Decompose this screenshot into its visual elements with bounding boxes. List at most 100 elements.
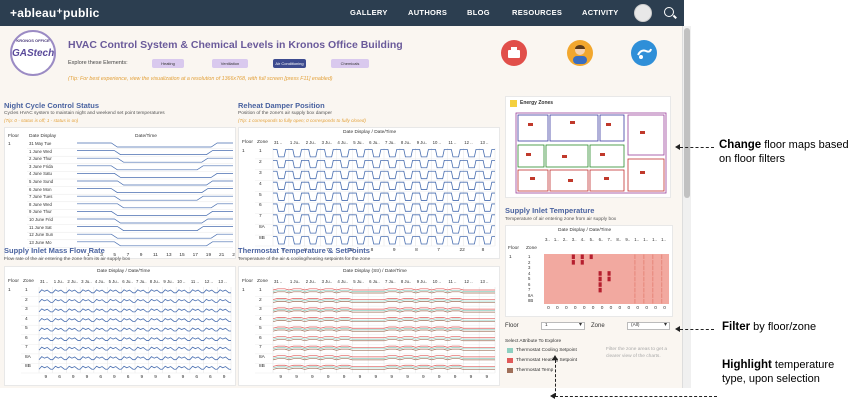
x-tick-label: 9 (44, 375, 48, 380)
nav-gallery[interactable]: GALLERY (350, 8, 388, 17)
x-tick-label: 0 (663, 306, 666, 311)
zone-label: 7 (25, 345, 28, 351)
annotation-filter: Filter by floor/zone (722, 320, 842, 334)
zone-label: 4 (259, 181, 262, 187)
heatmap-stripe (643, 298, 645, 304)
pill-air-conditioning[interactable]: Air Conditioning (273, 59, 306, 68)
heatmap-stripe (634, 254, 636, 260)
heatmap-stripe (652, 265, 654, 271)
heatmap-stripe (634, 260, 636, 265)
x-tick-label: 0 (609, 306, 613, 311)
night-cycle-chart[interactable]: Floor Date Display Date/Time 1 31 May Tu… (4, 127, 236, 259)
pill-heating[interactable]: Heating (152, 59, 184, 68)
zone-filter-label: Zone (591, 323, 605, 329)
tableau-top-bar: +ableau⁺public GALLERY AUTHORS BLOG RESO… (0, 0, 684, 26)
nav-resources[interactable]: RESOURCES (512, 8, 562, 17)
zone-label: 2 (259, 159, 262, 165)
heatmap-hot-cell (607, 276, 611, 282)
heatmap-stripe (652, 293, 654, 298)
nav-authors[interactable]: AUTHORS (408, 8, 447, 17)
zone-label: 8B (259, 236, 265, 242)
thermostat-temp-swatch[interactable] (507, 368, 513, 373)
floor-plan-drawing (515, 112, 667, 194)
zone-filter-dropdown[interactable]: (All) (627, 322, 670, 330)
x-tick-label: 9 (154, 375, 157, 380)
night-cycle-line (77, 180, 233, 186)
heatmap-stripe (643, 254, 645, 260)
x-tick-label: 0 (564, 306, 568, 311)
x-tick-label: 9 (113, 375, 116, 380)
zone-label: 6 (25, 335, 28, 341)
heatmap-stripe (652, 298, 654, 304)
heatmap-stripe (661, 287, 663, 293)
heating-setpoint-swatch[interactable] (507, 358, 513, 363)
nav-blog[interactable]: BLOG (467, 8, 490, 17)
annotation-highlight: Highlight temperature type, upon selecti… (722, 358, 847, 386)
nav-activity[interactable]: ACTIVITY (582, 8, 619, 17)
reheat-chart[interactable]: Date Display / Date/Time Floor Zone 31 .. 1 … (238, 127, 500, 259)
zone-label: 8B (259, 364, 265, 370)
heatmap-hot-cell (589, 254, 593, 260)
page-title: HVAC Control System & Chemical Levels in… (68, 39, 403, 51)
x-tick-label: 0 (627, 306, 631, 311)
zone-label: 7 (528, 287, 531, 293)
pill-ventilation[interactable]: Ventilation (212, 59, 248, 68)
heatmap-stripe (652, 271, 654, 276)
x-tick-label: 9 (139, 253, 143, 258)
employee-icon[interactable] (567, 40, 593, 66)
page-scrollbar[interactable] (682, 26, 691, 388)
scrollbar-thumb[interactable] (684, 28, 690, 198)
zone-label: 8A (25, 354, 31, 360)
air-flow-icon[interactable] (631, 40, 657, 66)
heatmap-stripe (652, 276, 654, 282)
heatmap-stripe (661, 254, 663, 260)
zone-label: 8B (528, 298, 534, 304)
hvac-unit-icon[interactable] (501, 40, 527, 66)
heatmap-stripe (643, 271, 645, 276)
user-avatar[interactable] (634, 4, 652, 22)
search-icon[interactable] (664, 7, 674, 17)
mass-flow-chart[interactable]: Date Display / Date/Time Floor Zone 31 .. 1 … (4, 266, 236, 386)
x-tick-label: 9 (222, 375, 226, 380)
x-tick-label: 9 (181, 375, 185, 380)
x-tick-label: 22 (459, 248, 465, 253)
reheat-subtitle: Position of the zone's air supply box da… (238, 111, 332, 116)
x-tick-label: 0 (600, 306, 604, 311)
supply-temp-subtitle: Temperature of air entering zone from ai… (505, 217, 617, 222)
attr-heating-setpoint[interactable]: Thermostat Heating Setpoint (516, 358, 577, 363)
zone-label: 1 (259, 288, 262, 293)
badge-main-text: GAStech (12, 48, 55, 59)
night-cycle-line (77, 195, 233, 201)
reheat-title: Reheat Damper Position (238, 101, 325, 110)
heatmap-stripe (643, 287, 645, 293)
header-tip: (Tip: For best experience, view the visu… (68, 76, 333, 82)
heatmap-stripe (661, 276, 663, 282)
heatmap-stripe (661, 271, 663, 276)
zone-label: 3 (259, 307, 262, 313)
attr-thermostat-temp[interactable]: Thermostat Temp (516, 368, 553, 373)
pill-chemicals[interactable]: Chemicals (331, 59, 369, 68)
heatmap-stripe (643, 260, 645, 265)
x-tick-label: 23 (232, 253, 235, 258)
cooling-setpoint-swatch[interactable] (507, 348, 513, 353)
floor-map[interactable]: Energy Zones (505, 96, 671, 198)
thermostat-chart[interactable]: Date Display (Str) / Date/Time Floor Zone 3… (238, 266, 500, 386)
heatmap-stripe (643, 282, 645, 287)
x-tick-label: 0 (618, 306, 622, 311)
x-tick-label: 8 (415, 248, 418, 253)
zone-label: 5 (259, 192, 262, 198)
dashboard: KRONOS OFFICE GAStech HVAC Control Syste… (0, 26, 682, 388)
x-tick-label: 0 (636, 306, 640, 311)
zone-label: 8A (259, 354, 265, 360)
heatmap-hot-cell (607, 271, 611, 276)
supply-temp-heatmap[interactable]: Date Display / Date/Time Floor Zone 3.. 1.. 2… (505, 225, 673, 317)
zone-label: 2 (528, 259, 531, 265)
x-tick-label: 17 (192, 253, 198, 258)
x-tick-label: 9 (71, 375, 75, 380)
heatmap-hot-cell (598, 271, 602, 276)
tableau-public-logo[interactable]: +ableau⁺public (10, 6, 100, 20)
badge-top-text: KRONOS OFFICE (16, 38, 50, 43)
attr-cooling-setpoint[interactable]: Thermostat Cooling Setpoint (516, 348, 577, 353)
night-cycle-subtitle: Cycles HVAC system to maintain night and… (4, 111, 165, 116)
floor-filter-dropdown[interactable]: 1 (541, 322, 585, 330)
